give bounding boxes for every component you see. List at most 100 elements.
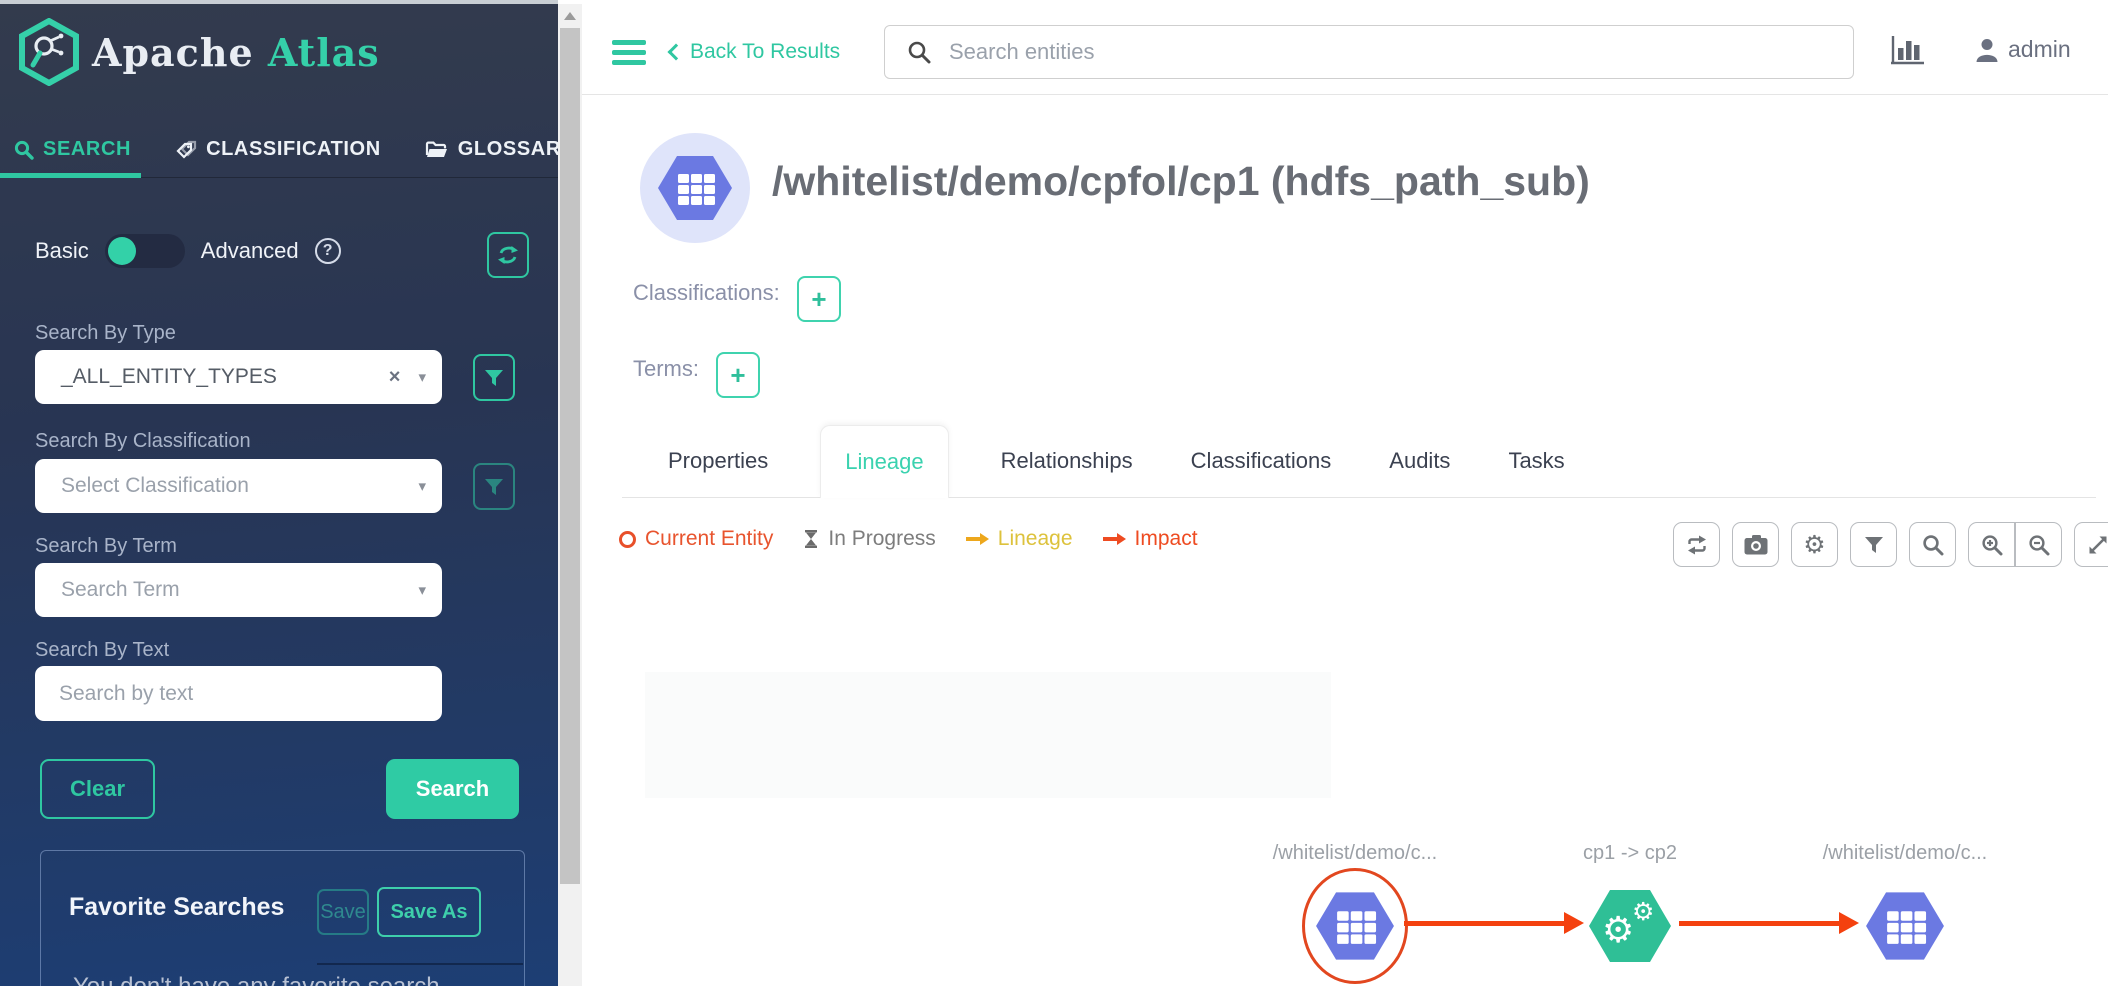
tab-tasks[interactable]: Tasks: [1502, 448, 1570, 474]
hdfs-table-hexagon-icon: [657, 155, 733, 221]
fullscreen-button[interactable]: [2074, 522, 2108, 567]
atlas-hexagon-logo-icon: [18, 18, 80, 86]
toggle-lineage-type-button[interactable]: [1673, 522, 1720, 567]
tag-icon: [175, 140, 197, 160]
back-to-results-link[interactable]: Back To Results: [670, 40, 840, 64]
entity-search-input[interactable]: [949, 39, 1853, 65]
advanced-help-icon[interactable]: ?: [315, 238, 341, 264]
sidebar-scrollbar[interactable]: [558, 4, 582, 986]
camera-icon: [1743, 534, 1769, 556]
tab-relationships[interactable]: Relationships: [995, 448, 1139, 474]
settings-button[interactable]: ⚙: [1791, 522, 1838, 567]
lineage-node-label: /whitelist/demo/c...: [1785, 842, 2025, 865]
main-content: Back To Results admin: [582, 0, 2108, 986]
search-by-term-label: Search By Term: [35, 535, 177, 558]
zoom-out-icon: [2028, 534, 2050, 556]
legend-current-entity: Current Entity: [619, 527, 773, 551]
tab-lineage[interactable]: Lineage: [820, 425, 948, 498]
search-icon: [14, 140, 34, 160]
entity-type-avatar: [640, 133, 750, 243]
chevron-left-icon: [668, 44, 685, 61]
favorites-empty-message: You don't have any favorite search: [73, 973, 440, 986]
lineage-node-label: /whitelist/demo/c...: [1235, 842, 1475, 865]
classification-attribute-filter-button[interactable]: [473, 463, 515, 510]
menu-hamburger-icon[interactable]: [612, 40, 646, 65]
tab-properties[interactable]: Properties: [662, 448, 774, 474]
top-bar: Back To Results admin: [582, 0, 2108, 95]
zoom-button-group: [1968, 522, 2062, 567]
add-term-button[interactable]: +: [716, 352, 760, 398]
impact-arrow-icon: [1103, 533, 1126, 545]
app-logo[interactable]: Apache Atlas: [18, 18, 380, 86]
chevron-down-icon: ▾: [418, 368, 426, 386]
search-by-text-label: Search By Text: [35, 639, 169, 662]
search-by-type-select[interactable]: _ALL_ENTITY_TYPES × ▾: [35, 350, 442, 404]
entity-tabs: Properties Lineage Relationships Classif…: [622, 425, 2096, 498]
refresh-search-button[interactable]: [487, 232, 529, 278]
search-by-classification-label: Search By Classification: [35, 430, 251, 453]
term-placeholder: Search Term: [61, 578, 418, 602]
user-icon: [1974, 37, 2000, 63]
type-attribute-filter-button[interactable]: [473, 354, 515, 401]
lineage-canvas-placeholder: [645, 672, 1331, 798]
filter-icon: [484, 369, 504, 387]
entity-title: /whitelist/demo/cpfol/cp1 (hdfs_path_sub…: [772, 158, 1590, 205]
legend-in-progress: In Progress: [803, 527, 935, 551]
basic-mode-label: Basic: [35, 238, 89, 264]
search-icon: [907, 40, 931, 64]
sidebar-tab-search[interactable]: SEARCH: [14, 138, 131, 161]
lineage-entity-node-cp1[interactable]: [1315, 891, 1395, 966]
lineage-legend: Current Entity In Progress Lineage Imp: [619, 527, 1198, 551]
gear-icon: ⚙: [1632, 899, 1654, 924]
chevron-down-icon: ▾: [418, 581, 426, 599]
sidebar-tab-classification[interactable]: CLASSIFICATION: [175, 138, 381, 161]
search-by-term-select[interactable]: Search Term ▾: [35, 563, 442, 617]
sidebar-tab-glossary[interactable]: GLOSSARY: [425, 138, 574, 161]
search-node-button[interactable]: [1909, 522, 1956, 567]
lineage-entity-node-cp2[interactable]: [1865, 891, 1945, 966]
favorite-searches-panel: Favorite Searches Save Save As You don't…: [40, 850, 525, 986]
user-menu[interactable]: admin: [1974, 36, 2071, 63]
statistics-icon[interactable]: [1890, 34, 1926, 71]
classification-placeholder: Select Classification: [61, 474, 418, 498]
zoom-in-button[interactable]: [1968, 522, 2015, 567]
favorite-save-button[interactable]: Save: [317, 889, 369, 935]
impact-edge: [1679, 921, 1841, 926]
advanced-mode-label: Advanced: [201, 238, 299, 264]
search-by-type-label: Search By Type: [35, 322, 176, 345]
search-by-text-input[interactable]: [35, 666, 442, 721]
zoom-in-icon: [1981, 534, 2003, 556]
sidebar-nav: SEARCH CLASSIFICATION GLOSSARY: [0, 122, 558, 178]
tab-audits[interactable]: Audits: [1383, 448, 1456, 474]
table-hexagon-icon: [1315, 891, 1395, 961]
add-classification-button[interactable]: +: [797, 276, 841, 322]
brand-title: Apache Atlas: [92, 30, 380, 75]
clear-type-icon[interactable]: ×: [389, 366, 401, 389]
viewport-top-strip: [0, 0, 558, 4]
basic-advanced-toggle[interactable]: [105, 234, 185, 268]
gear-icon: ⚙: [1602, 913, 1634, 949]
scrollbar-thumb[interactable]: [560, 28, 580, 884]
export-screenshot-button[interactable]: [1732, 522, 1779, 567]
zoom-out-button[interactable]: [2015, 522, 2062, 567]
filter-icon: [484, 478, 504, 496]
tab-classifications[interactable]: Classifications: [1185, 448, 1338, 474]
sidebar-tab-classification-label: CLASSIFICATION: [206, 138, 381, 161]
gear-icon: ⚙: [1803, 532, 1825, 557]
current-entity-circle-icon: [619, 531, 636, 548]
search-by-classification-select[interactable]: Select Classification ▾: [35, 459, 442, 513]
scrollbar-up-arrow[interactable]: [564, 12, 576, 20]
legend-lineage: Lineage: [966, 527, 1073, 551]
filter-icon: [1864, 536, 1884, 554]
favorites-divider: [317, 963, 523, 965]
active-tab-underline: [0, 173, 141, 178]
folder-open-icon: [425, 140, 449, 160]
favorite-save-as-button[interactable]: Save As: [377, 887, 481, 937]
clear-button[interactable]: Clear: [40, 759, 155, 819]
terms-label: Terms:: [633, 356, 699, 382]
search-mode-toggle-row: Basic Advanced ?: [35, 234, 341, 268]
filter-lineage-button[interactable]: [1850, 522, 1897, 567]
search-button[interactable]: Search: [386, 759, 519, 819]
lineage-process-node[interactable]: ⚙ ⚙: [1588, 889, 1672, 968]
sidebar: Apache Atlas SEARCH CLASSIFICATION GLOSS…: [0, 4, 558, 986]
